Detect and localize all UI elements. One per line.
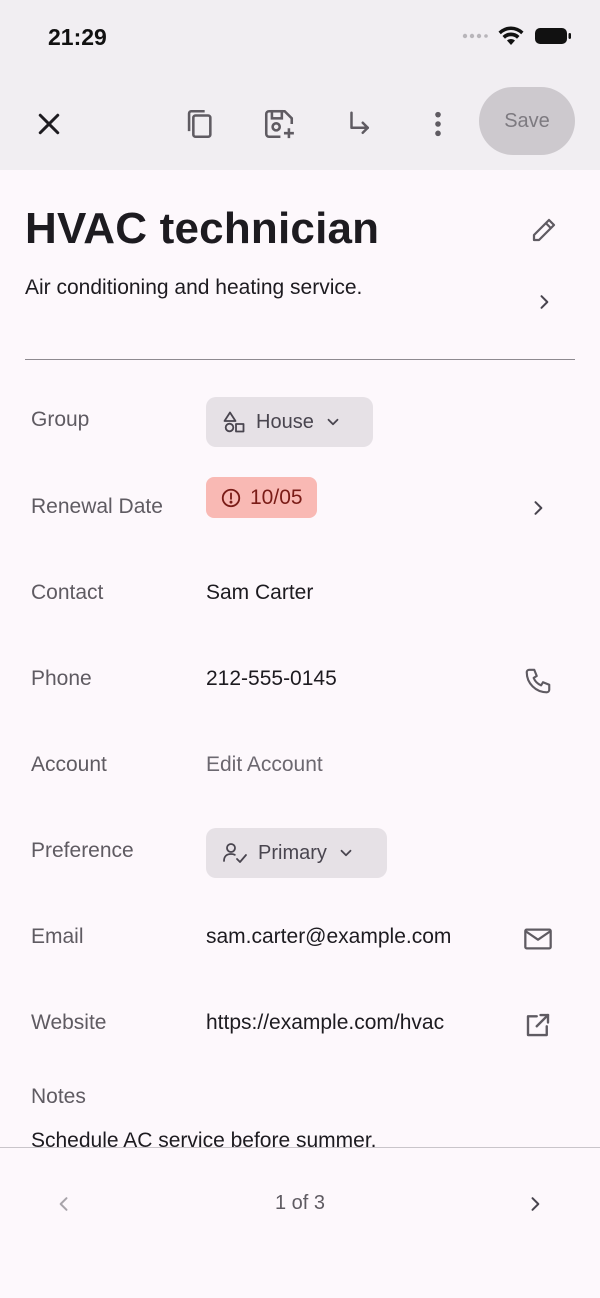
website-label: Website	[31, 1011, 107, 1034]
email-label: Email	[31, 925, 84, 948]
page-title: HVAC technician	[25, 204, 380, 253]
save-add-icon[interactable]	[255, 100, 303, 148]
contact-value[interactable]: Sam Carter	[206, 581, 313, 605]
notes-text[interactable]: Schedule AC service before summer.	[31, 1126, 551, 1148]
more-vert-icon[interactable]	[414, 100, 462, 148]
preference-value: Primary	[258, 841, 327, 864]
edit-account-link[interactable]: Edit Account	[206, 753, 323, 777]
phone-label: Phone	[31, 667, 92, 690]
website-value[interactable]: https://example.com/hvac	[206, 1011, 444, 1035]
edit-pencil-icon[interactable]	[524, 210, 564, 250]
page-subtitle: Air conditioning and heating service.	[25, 276, 363, 299]
renewal-date-value: 10/05	[250, 485, 303, 509]
group-chip[interactable]: House	[206, 397, 373, 447]
alert-circle-icon	[221, 488, 241, 507]
email-value[interactable]: sam.carter@example.com	[206, 925, 451, 949]
status-time: 21:29	[48, 24, 107, 50]
group-value: House	[256, 410, 314, 433]
renewal-chevron-right-icon[interactable]	[518, 488, 558, 528]
status-bar: 21:29	[0, 0, 600, 78]
group-label: Group	[31, 408, 90, 431]
battery-icon	[535, 28, 571, 44]
pager-bar: 1 of 3	[0, 1148, 600, 1298]
mail-icon[interactable]	[518, 919, 558, 959]
header-divider	[25, 359, 575, 360]
top-toolbar: Save	[0, 78, 600, 170]
person-check-icon	[223, 843, 247, 863]
next-chevron-icon[interactable]	[517, 1186, 553, 1222]
phone-icon[interactable]	[518, 661, 558, 701]
chevron-right-icon[interactable]	[530, 288, 558, 316]
phone-value[interactable]: 212-555-0145	[206, 667, 337, 691]
contact-label: Contact	[31, 581, 104, 604]
open-in-new-icon[interactable]	[518, 1005, 558, 1045]
close-icon[interactable]	[25, 100, 73, 148]
preference-label: Preference	[31, 839, 134, 862]
copy-icon[interactable]	[175, 100, 223, 148]
pager-position: 1 of 3	[274, 1192, 326, 1214]
renewal-date-label: Renewal Date	[31, 495, 163, 518]
shapes-icon	[223, 411, 245, 433]
chevron-down-icon	[327, 418, 339, 426]
status-icons	[462, 26, 572, 46]
renewal-date-badge[interactable]: 10/05	[206, 477, 317, 518]
wifi-icon	[498, 26, 524, 45]
save-button[interactable]: Save	[479, 87, 575, 155]
preference-chip[interactable]: Primary	[206, 828, 387, 878]
account-label: Account	[31, 753, 107, 776]
chevron-down-icon	[340, 849, 352, 857]
subdirectory-arrow-icon[interactable]	[335, 100, 383, 148]
notes-label: Notes	[31, 1085, 86, 1108]
signal-dots-icon	[462, 33, 488, 39]
